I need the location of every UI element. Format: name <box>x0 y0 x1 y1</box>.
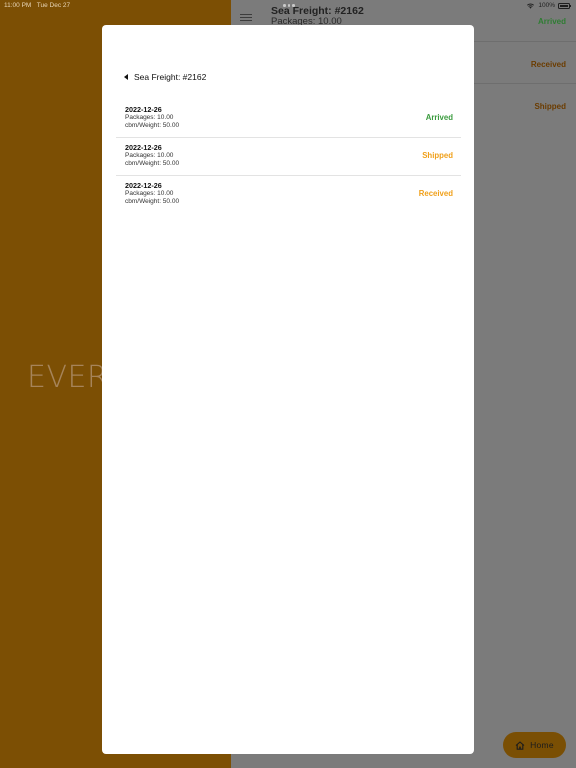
row-packages: Packages: 10.00 <box>125 152 174 159</box>
row-date: 2022-12-26 <box>125 105 162 114</box>
status-badge: Arrived <box>425 113 453 122</box>
background-row-status: Arrived <box>537 17 566 26</box>
home-icon <box>515 740 525 750</box>
wifi-icon <box>527 3 535 9</box>
list-item[interactable]: 2022-12-26 Packages: 10.00 cbm/Weight: 5… <box>116 100 461 138</box>
status-badge: Received <box>418 189 453 198</box>
status-badge: Shipped <box>422 151 453 160</box>
status-time: 11:00 PM Tue Dec 27 <box>4 2 71 9</box>
status-indicators: 100% <box>526 2 571 9</box>
list-item[interactable]: 2022-12-26 Packages: 10.00 cbm/Weight: 5… <box>116 138 461 176</box>
background-row-status: Received <box>530 60 566 69</box>
row-packages: Packages: 10.00 <box>125 190 174 197</box>
row-packages: Packages: 10.00 <box>125 114 174 121</box>
brand-text: EVER <box>27 360 109 395</box>
row-cbm-weight: cbm/Weight: 50.00 <box>125 160 180 167</box>
battery-icon <box>558 2 571 9</box>
back-button[interactable]: Sea Freight: #2162 <box>124 72 206 82</box>
shipment-history-modal: Sea Freight: #2162 2022-12-26 Packages: … <box>102 25 474 754</box>
row-cbm-weight: cbm/Weight: 50.00 <box>125 198 180 205</box>
status-bar: 11:00 PM Tue Dec 27 100% <box>0 0 576 12</box>
row-cbm-weight: cbm/Weight: 50.00 <box>125 122 180 129</box>
modal-title: Sea Freight: #2162 <box>134 72 207 82</box>
background-row-status: Shipped <box>534 102 566 111</box>
list-item[interactable]: 2022-12-26 Packages: 10.00 cbm/Weight: 5… <box>116 176 461 214</box>
home-button[interactable]: Home <box>503 732 566 758</box>
multitasking-dots-icon[interactable] <box>283 4 295 7</box>
row-date: 2022-12-26 <box>125 143 162 152</box>
battery-percent: 100% <box>538 2 555 9</box>
row-date: 2022-12-26 <box>125 181 162 190</box>
shipment-status-list: 2022-12-26 Packages: 10.00 cbm/Weight: 5… <box>116 100 461 214</box>
back-triangle-icon <box>124 74 128 80</box>
home-button-label: Home <box>530 740 554 750</box>
